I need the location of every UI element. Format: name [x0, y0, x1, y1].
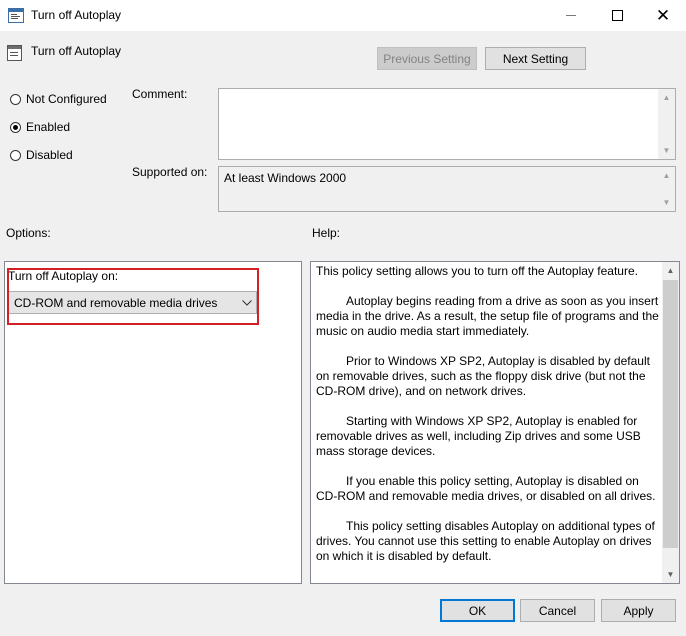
policy-setting-icon — [7, 45, 22, 61]
comment-scrollbar[interactable]: ▲ ▼ — [658, 89, 675, 159]
radio-label: Disabled — [26, 148, 73, 162]
supported-on-field: At least Windows 2000 ▲ ▼ — [218, 166, 676, 212]
radio-selected-dot — [13, 124, 18, 130]
help-paragraph: If you enable this policy setting, Autop… — [316, 474, 656, 503]
help-paragraph: This policy setting allows you to turn o… — [316, 264, 638, 278]
cancel-label: Cancel — [538, 603, 577, 618]
minimize-icon — [566, 15, 576, 16]
ok-button[interactable]: OK — [440, 599, 515, 622]
scroll-thumb[interactable] — [663, 280, 678, 548]
policy-name: Turn off Autoplay — [31, 44, 122, 58]
help-scrollbar[interactable]: ▲ ▼ — [662, 262, 679, 583]
maximize-button[interactable] — [594, 0, 640, 31]
help-text: This policy setting allows you to turn o… — [316, 264, 659, 579]
ok-label: OK — [468, 603, 487, 618]
help-paragraph: This policy setting disables Autoplay on… — [316, 519, 655, 563]
previous-setting-button[interactable]: Previous Setting — [377, 47, 477, 70]
help-paragraph: Autoplay begins reading from a drive as … — [316, 294, 659, 338]
comment-label: Comment: — [132, 87, 188, 101]
radio-label: Enabled — [26, 120, 71, 134]
window-title: Turn off Autoplay — [31, 8, 122, 22]
supported-on-value: At least Windows 2000 — [224, 171, 347, 185]
help-panel: This policy setting allows you to turn o… — [310, 261, 680, 584]
help-paragraph: Starting with Windows XP SP2, Autoplay i… — [316, 414, 641, 458]
radio-not-configured[interactable]: Not Configured — [10, 92, 107, 106]
supported-scrollbar[interactable]: ▲ ▼ — [658, 167, 675, 211]
highlight-box — [7, 268, 259, 325]
apply-button[interactable]: Apply — [601, 599, 676, 622]
close-button[interactable]: ✕ — [640, 0, 686, 31]
close-icon: ✕ — [655, 6, 671, 25]
cancel-button[interactable]: Cancel — [520, 599, 595, 622]
radio-circle — [10, 149, 21, 161]
scroll-down-icon[interactable]: ▼ — [658, 142, 675, 159]
scroll-up-icon[interactable]: ▲ — [658, 89, 675, 106]
scroll-up-icon[interactable]: ▲ — [658, 167, 675, 184]
comment-field[interactable]: ▲ ▼ — [218, 88, 676, 160]
supported-on-label: Supported on: — [132, 165, 208, 179]
radio-label: Not Configured — [26, 92, 107, 106]
options-label: Options: — [6, 226, 51, 240]
next-setting-button[interactable]: Next Setting — [485, 47, 586, 70]
policy-window-icon — [8, 8, 24, 23]
radio-disabled[interactable]: Disabled — [10, 148, 73, 162]
scroll-down-icon[interactable]: ▼ — [662, 566, 679, 583]
next-setting-label: Next Setting — [502, 51, 569, 66]
help-paragraph: Prior to Windows XP SP2, Autoplay is dis… — [316, 354, 650, 398]
scroll-up-icon[interactable]: ▲ — [662, 262, 679, 279]
maximize-icon — [611, 10, 623, 21]
radio-enabled[interactable]: Enabled — [10, 120, 70, 134]
radio-circle — [10, 121, 21, 133]
help-label: Help: — [312, 226, 341, 240]
title-bar: Turn off Autoplay ✕ — [0, 0, 686, 31]
apply-label: Apply — [623, 603, 654, 618]
minimize-button[interactable] — [548, 0, 594, 31]
previous-setting-label: Previous Setting — [383, 51, 471, 66]
radio-circle — [10, 93, 21, 105]
scroll-down-icon[interactable]: ▼ — [658, 194, 675, 211]
